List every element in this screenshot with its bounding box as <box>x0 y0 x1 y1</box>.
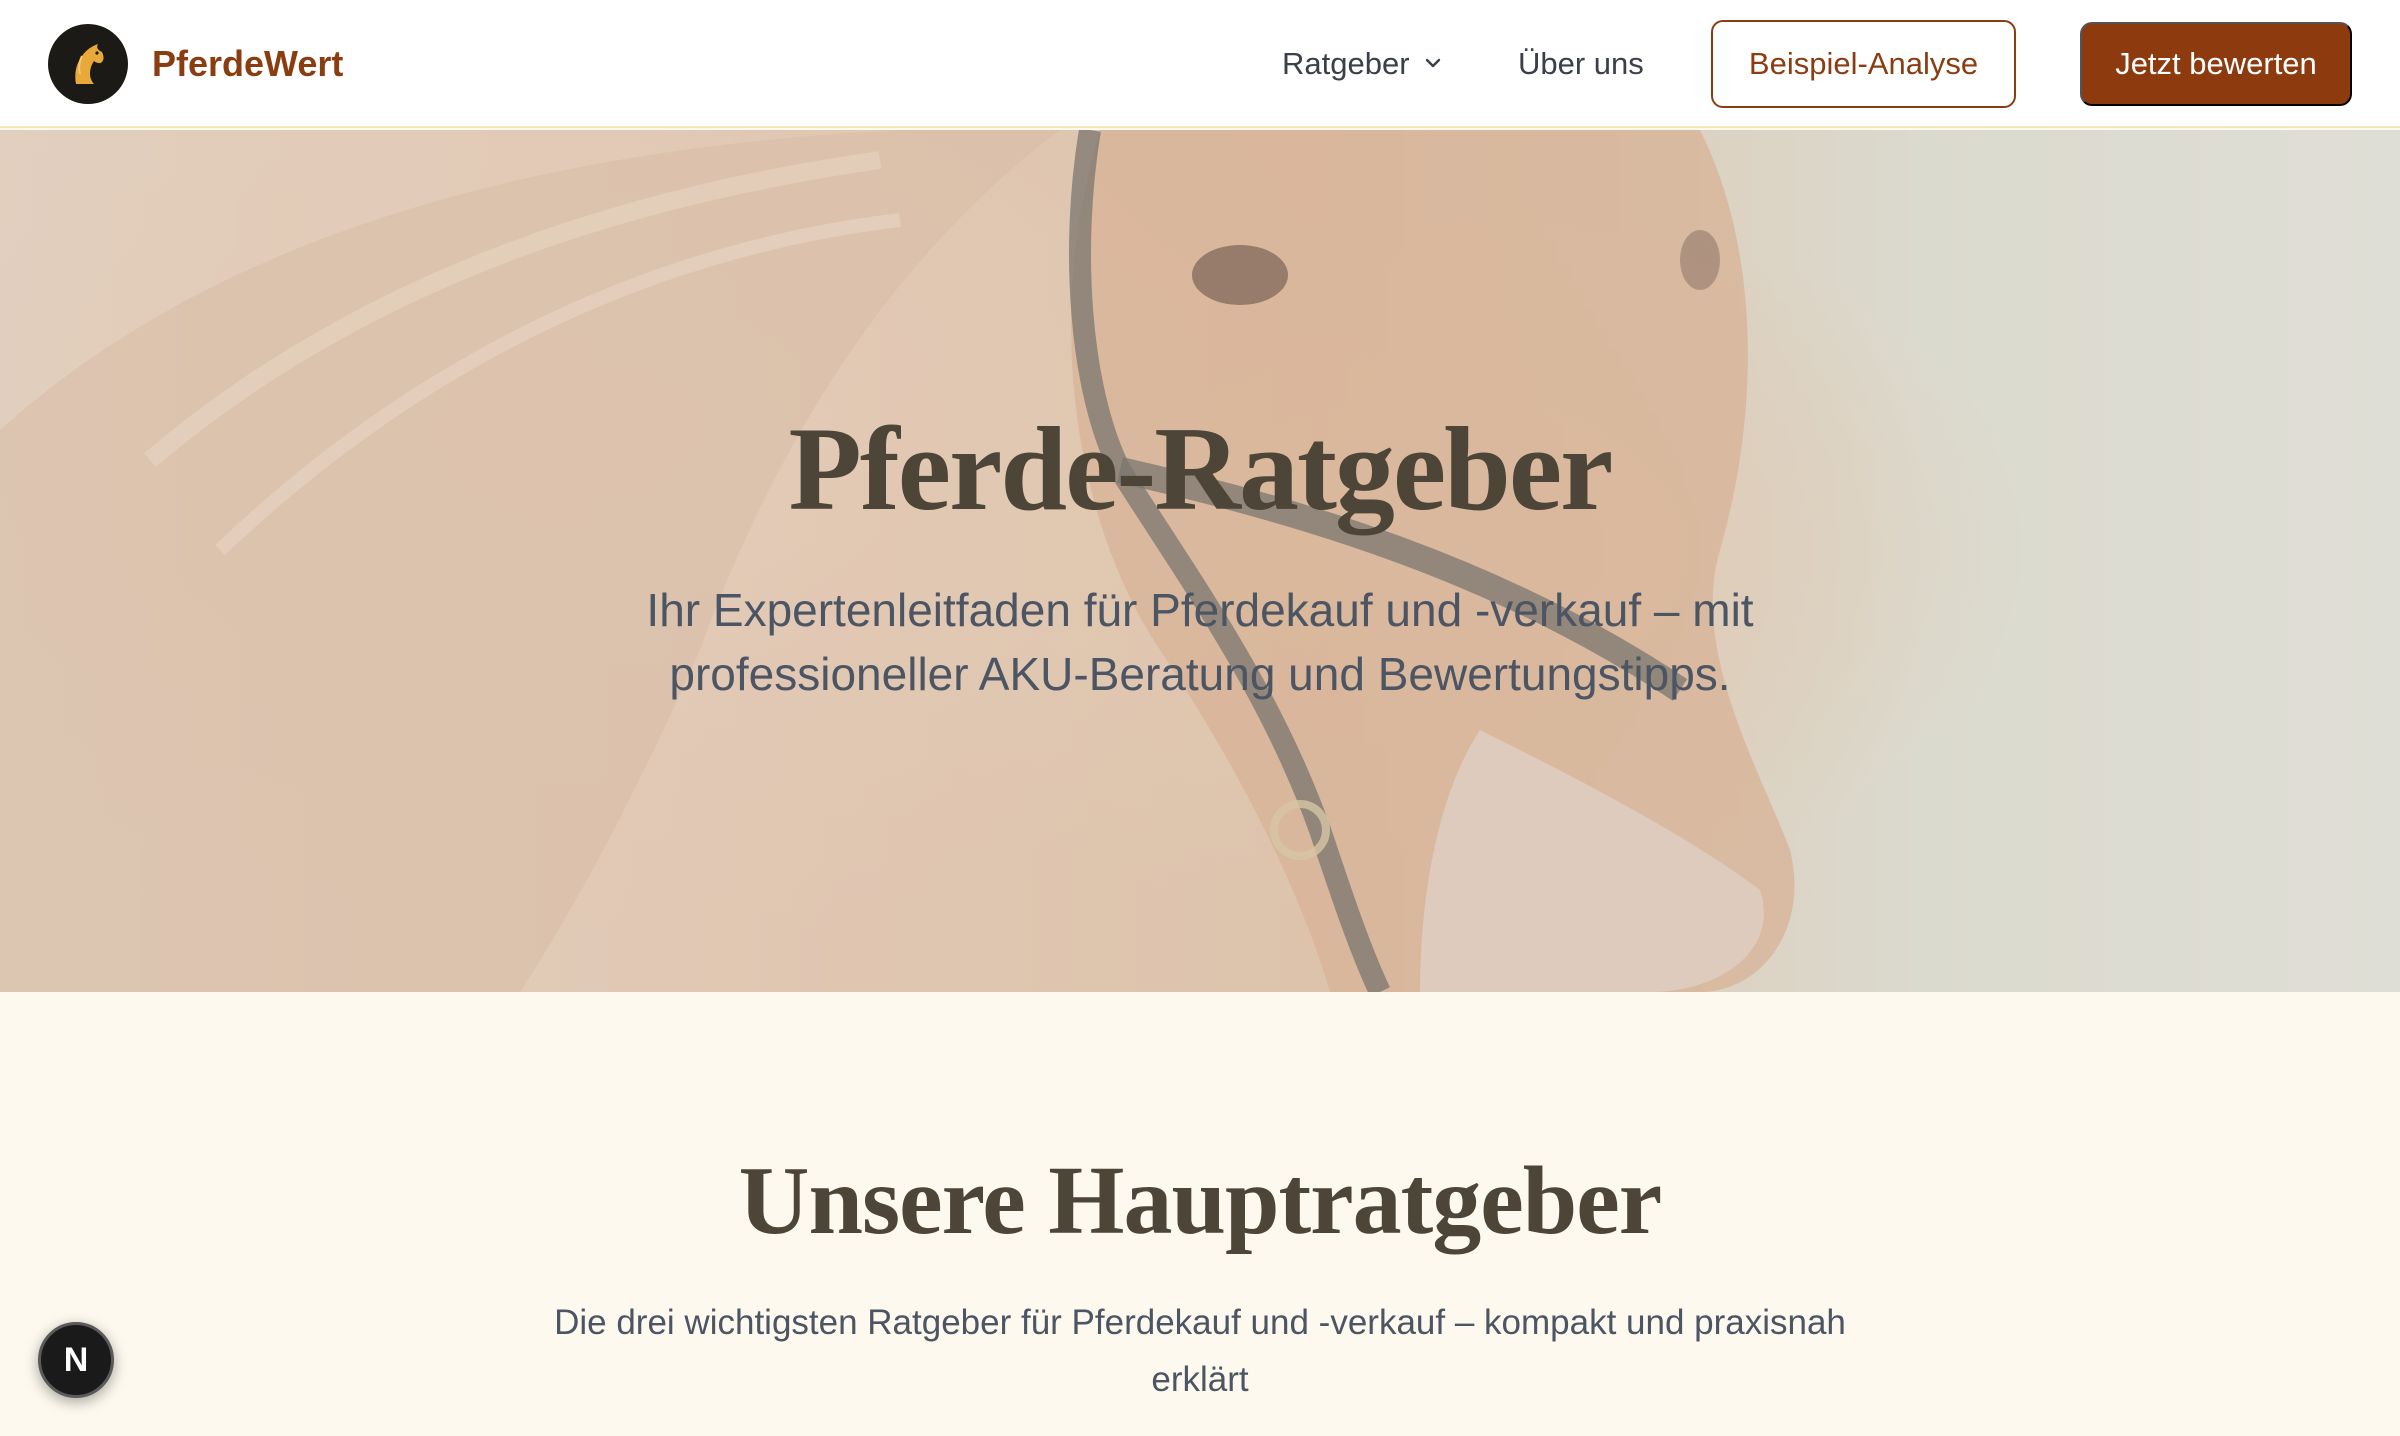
site-header: PferdeWert Ratgeber Über uns Beispiel-An… <box>0 0 2400 128</box>
rate-now-button[interactable]: Jetzt bewerten <box>2080 22 2352 106</box>
hero-subtitle: Ihr Expertenleitfaden für Pferdekauf und… <box>646 584 1754 700</box>
next-dev-indicator-button[interactable]: N <box>38 1322 114 1398</box>
nav-ratgeber-dropdown[interactable]: Ratgeber <box>1282 40 1444 88</box>
example-analysis-button[interactable]: Beispiel-Analyse <box>1711 20 2016 108</box>
brand-home-link[interactable]: PferdeWert <box>48 24 343 104</box>
nav-ratgeber-label: Ratgeber <box>1282 46 1410 81</box>
hero-section: Pferde-Ratgeber Ihr Expertenleitfaden fü… <box>0 130 2400 992</box>
section-title: Unsere Hauptratgeber <box>738 1147 1663 1255</box>
horse-head-icon <box>48 24 128 104</box>
hero-overlay <box>0 130 2400 992</box>
section-subtitle: Die drei wichtigsten Ratgeber für Pferde… <box>554 1303 1846 1399</box>
brand-name: PferdeWert <box>152 43 344 84</box>
nav-ueber-uns-link[interactable]: Über uns <box>1518 40 1644 88</box>
chevron-down-icon <box>1422 46 1444 82</box>
hero-title: Pferde-Ratgeber <box>788 402 1614 535</box>
